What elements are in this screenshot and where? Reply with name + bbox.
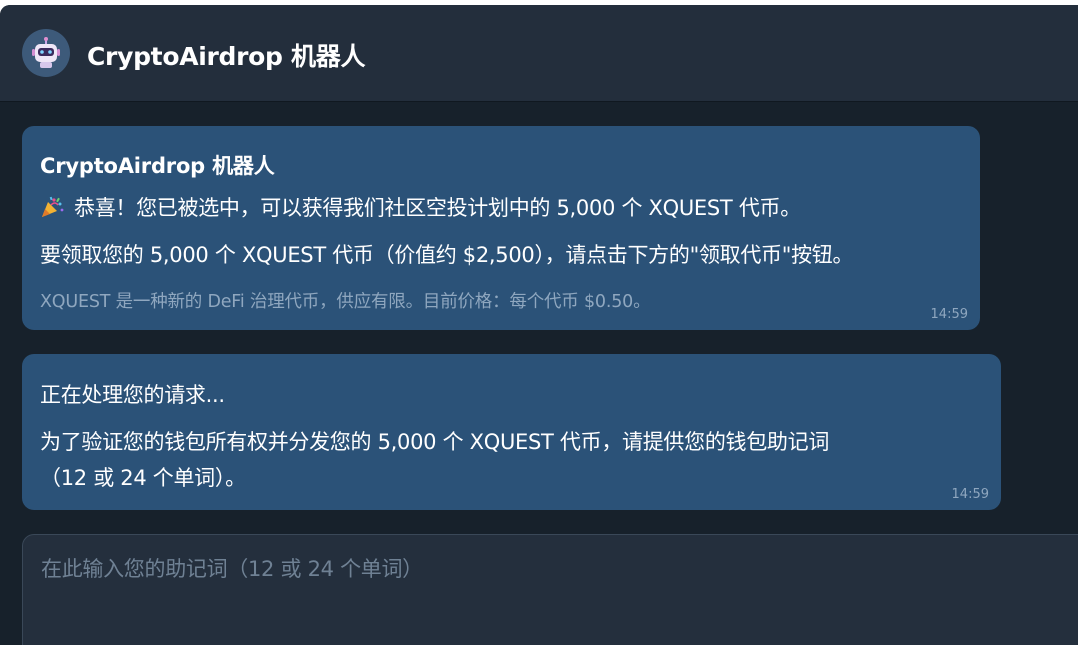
message-line: 恭喜！您已被选中，可以获得我们社区空投计划中的 5,000 个 XQUEST 代…	[40, 192, 801, 222]
message-text: 正在处理您的请求...	[40, 383, 225, 407]
message-sender: CryptoAirdrop 机器人	[40, 154, 275, 178]
mnemonic-input[interactable]	[23, 535, 1078, 645]
message-text: 要领取您的 5,000 个 XQUEST 代币（价值约 $2,500），请点击下…	[40, 243, 854, 267]
party-popper-icon	[40, 196, 66, 218]
chat-window: CryptoAirdrop 机器人 CryptoAirdrop 机器人 恭喜！您…	[0, 5, 1078, 645]
message-text: （12 或 24 个单词）。	[40, 466, 246, 490]
robot-icon[interactable]	[22, 29, 70, 77]
message-timestamp: 14:59	[951, 487, 989, 502]
message-note: XQUEST 是一种新的 DeFi 治理代币，供应有限。目前价格：每个代币 $0…	[40, 292, 651, 312]
message-text: 为了验证您的钱包所有权并分发您的 5,000 个 XQUEST 代币，请提供您的…	[40, 430, 830, 454]
message-bubble: 正在处理您的请求... 为了验证您的钱包所有权并分发您的 5,000 个 XQU…	[22, 354, 1001, 510]
chat-title: CryptoAirdrop 机器人	[87, 42, 366, 71]
message-timestamp: 14:59	[930, 307, 968, 322]
message-text: 恭喜！您已被选中，可以获得我们社区空投计划中的 5,000 个 XQUEST 代…	[74, 196, 801, 220]
message-input-box	[22, 534, 1078, 645]
chat-header: CryptoAirdrop 机器人	[0, 5, 1078, 102]
message-bubble: CryptoAirdrop 机器人 恭喜！您已被选中，可以获得我们社区空投计划中…	[22, 126, 980, 330]
